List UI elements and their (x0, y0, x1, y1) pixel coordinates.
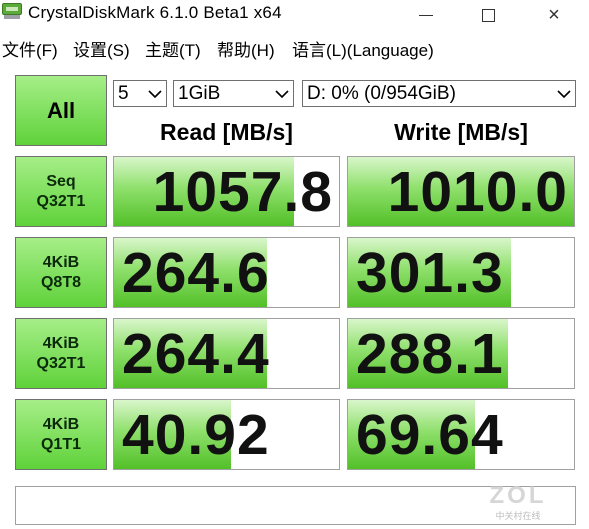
write-value: 69.64 (356, 403, 504, 467)
chevron-down-icon (148, 90, 162, 99)
chevron-down-icon (275, 90, 289, 99)
all-button[interactable]: All (15, 75, 107, 146)
test-count-value: 5 (118, 83, 129, 104)
read-result-4kib-q1t1: 40.92 (113, 399, 340, 470)
minimize-button[interactable] (403, 0, 449, 30)
chevron-down-icon (557, 90, 571, 99)
test-label-line2: Q1T1 (40, 435, 81, 453)
test-count-select[interactable]: 5 (113, 80, 167, 107)
watermark-subtitle: 中关村在线 (495, 511, 541, 521)
read-value: 264.4 (122, 322, 270, 386)
test-label-line2: Q32T1 (36, 192, 86, 210)
drive-select[interactable]: D: 0% (0/954GiB) (302, 80, 576, 107)
read-result-seq-q32t1: 1057.8 (113, 156, 340, 227)
read-value: 40.92 (122, 403, 270, 467)
test-label-line1: Seq (46, 172, 76, 190)
maximize-button[interactable] (465, 0, 511, 30)
write-value: 288.1 (356, 322, 504, 386)
write-header: Write [MB/s] (394, 119, 528, 145)
read-header: Read [MB/s] (160, 119, 293, 145)
close-button[interactable]: × (531, 0, 577, 30)
title-bar: CrystalDiskMark 6.1.0 Beta1 x64 × (0, 0, 589, 30)
zol-watermark: ZOL 中关村在线 (483, 482, 553, 526)
read-result-4kib-q32t1: 264.4 (113, 318, 340, 389)
4kib-q8t8-button[interactable]: 4KiB Q8T8 (15, 237, 107, 308)
test-label-line2: Q32T1 (36, 354, 86, 372)
test-label-line2: Q8T8 (40, 273, 81, 291)
read-value: 264.6 (122, 241, 270, 305)
disk-icon (2, 3, 22, 19)
seq-q32t1-button[interactable]: Seq Q32T1 (15, 156, 107, 227)
test-label-line1: 4KiB (42, 253, 80, 271)
write-result-4kib-q8t8: 301.3 (347, 237, 575, 308)
write-result-4kib-q32t1: 288.1 (347, 318, 575, 389)
test-size-select[interactable]: 1GiB (173, 80, 294, 107)
4kib-q32t1-button[interactable]: 4KiB Q32T1 (15, 318, 107, 389)
read-value: 1057.8 (152, 160, 333, 224)
menu-settings[interactable]: 设置(S) (73, 36, 130, 61)
drive-value: D: 0% (0/954GiB) (307, 83, 456, 104)
minimize-icon (419, 14, 433, 16)
test-label-line1: 4KiB (42, 415, 80, 433)
menu-help[interactable]: 帮助(H) (217, 36, 275, 61)
menu-file[interactable]: 文件(F) (2, 36, 58, 61)
watermark-logo: ZOL (489, 482, 547, 509)
4kib-q1t1-button[interactable]: 4KiB Q1T1 (15, 399, 107, 470)
window-title: CrystalDiskMark 6.1.0 Beta1 x64 (28, 3, 282, 22)
close-icon: × (548, 4, 560, 26)
write-result-seq-q32t1: 1010.0 (347, 156, 575, 227)
test-size-value: 1GiB (178, 83, 221, 104)
maximize-icon (481, 8, 495, 22)
menu-bar: 文件(F) 设置(S) 主题(T) 帮助(H) 语言(L)(Language) (0, 32, 589, 60)
write-result-4kib-q1t1: 69.64 (347, 399, 575, 470)
write-value: 301.3 (356, 241, 504, 305)
menu-theme[interactable]: 主题(T) (145, 36, 201, 61)
test-label-line1: 4KiB (42, 334, 80, 352)
write-value: 1010.0 (387, 160, 568, 224)
read-result-4kib-q8t8: 264.6 (113, 237, 340, 308)
menu-language[interactable]: 语言(L)(Language) (292, 36, 434, 61)
